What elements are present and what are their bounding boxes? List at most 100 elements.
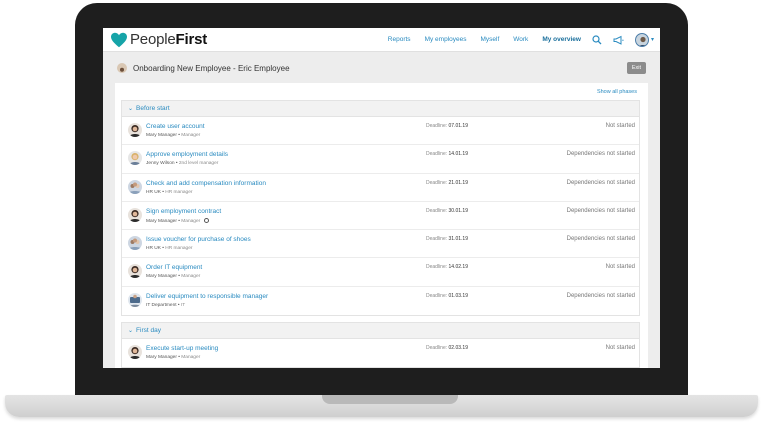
- task-row: Order IT equipment Mary Manager • Manager…: [122, 258, 639, 287]
- task-assignee: HR UK • HR manager: [146, 246, 193, 252]
- deadline-date: 31.01.19: [448, 236, 468, 243]
- heart-logo-icon: [111, 32, 127, 47]
- nav-work[interactable]: Work: [513, 36, 528, 43]
- assignee-name: Mary Manager: [146, 355, 177, 360]
- brand-first: People: [130, 31, 176, 48]
- employee-avatar: [117, 63, 127, 73]
- chevron-down-icon[interactable]: ⌄: [128, 327, 133, 334]
- task-deadline: Deadline: 02.03.19: [426, 345, 468, 351]
- task-deadline: Deadline: 30.01.19: [426, 208, 468, 214]
- user-avatar[interactable]: [634, 32, 649, 47]
- deadline-date: 07.01.19: [448, 123, 468, 129]
- task-link[interactable]: Sign employment contract: [146, 208, 221, 215]
- task-row: Sign employment contract Mary Manager • M…: [122, 202, 639, 231]
- laptop-mockup: PeopleFirst Reports My employees Myself …: [0, 0, 763, 430]
- task-deadline: Deadline: 07.01.19: [426, 123, 468, 129]
- deadline-label: Deadline:: [426, 292, 448, 299]
- assignee-name: Mary Manager: [146, 218, 177, 224]
- deadline-label: Deadline:: [426, 264, 448, 271]
- phase-header[interactable]: ⌄ Before start: [122, 101, 639, 117]
- task-row: Check and add compensation information HR…: [122, 174, 639, 202]
- task-link[interactable]: Check and add compensation information: [146, 180, 266, 187]
- assignee-avatar: [128, 123, 142, 137]
- task-row: Approve employment details Jenny Wilson •…: [122, 145, 639, 174]
- nav-myself[interactable]: Myself: [480, 36, 499, 43]
- assignee-name: Mary Manager: [146, 274, 177, 280]
- task-link[interactable]: Approve employment details: [146, 151, 228, 158]
- task-assignee: Mary Manager • Manager: [146, 274, 201, 280]
- task-link[interactable]: Execute start-up meeting: [146, 345, 218, 352]
- task-link[interactable]: Order IT equipment: [146, 264, 202, 271]
- deadline-date: 14.02.19: [448, 264, 468, 271]
- assignee-role: 2nd level manager: [178, 161, 219, 167]
- page-title-bar: Onboarding New Employee - Eric Employee …: [103, 53, 660, 83]
- assignee-avatar: [128, 207, 142, 222]
- task-list: Execute start-up meeting Mary Manager • M…: [122, 339, 639, 367]
- nav-my-employees[interactable]: My employees: [425, 36, 467, 43]
- phase-header[interactable]: ⌄ First day: [122, 323, 639, 339]
- show-all-phases-link[interactable]: Show all phases: [597, 89, 637, 95]
- assignee-name: Jenny Wilson: [146, 161, 175, 167]
- assignee-role: Manager: [181, 355, 201, 360]
- assignee-role: Manager: [181, 218, 201, 224]
- task-deadline: Deadline: 14.02.19: [426, 264, 468, 270]
- chevron-down-icon[interactable]: ⌄: [128, 105, 133, 112]
- assignee-avatar: [128, 151, 142, 166]
- task-deadline: Deadline: 31.01.19: [426, 236, 468, 242]
- task-assignee: Jenny Wilson • 2nd level manager: [146, 161, 219, 167]
- assignee-role: IT: [180, 302, 186, 308]
- task-deadline: Deadline: 14.01.19: [426, 151, 468, 157]
- task-status: Dependencies not started: [566, 292, 635, 299]
- search-icon[interactable]: [591, 34, 603, 46]
- nav-reports[interactable]: Reports: [388, 36, 411, 43]
- assignee-role: Manager: [181, 133, 201, 138]
- task-assignee: Mary Manager • Manager: [146, 217, 210, 224]
- nav-my-overview[interactable]: My overview: [542, 36, 581, 43]
- task-list: Create user account Mary Manager • Manage…: [122, 117, 639, 315]
- megaphone-icon[interactable]: [613, 34, 625, 46]
- deadline-date: 30.01.19: [448, 207, 468, 214]
- logo[interactable]: PeopleFirst: [110, 31, 207, 48]
- task-assignee: Mary Manager • Manager: [146, 355, 201, 360]
- phase-label: Before start: [136, 105, 170, 112]
- assignee-avatar: [128, 264, 142, 279]
- task-status: Dependencies not started: [566, 207, 635, 214]
- task-row: Deliver equipment to responsible manager…: [122, 287, 639, 315]
- laptop-notch: [322, 395, 458, 404]
- task-row: Issue voucher for purchase of shoes HR UK…: [122, 230, 639, 259]
- task-deadline: Deadline: 21.01.19: [426, 180, 468, 186]
- deadline-date: 21.01.19: [448, 179, 468, 186]
- deadline-date: 02.03.19: [448, 345, 468, 351]
- deadline-label: Deadline:: [426, 123, 448, 129]
- assignee-name: HR UK: [146, 189, 161, 195]
- assignee-name: Mary Manager: [146, 133, 177, 138]
- assignee-avatar: [128, 179, 142, 194]
- assignee-name: HR UK: [146, 246, 161, 252]
- task-status: Dependencies not started: [566, 179, 635, 186]
- app-screen: PeopleFirst Reports My employees Myself …: [103, 28, 660, 368]
- assignee-avatar: [128, 236, 142, 251]
- task-deadline: Deadline: 01.03.19: [426, 293, 468, 299]
- assignee-role: HR manager: [165, 246, 193, 252]
- assignee-role: Manager: [181, 274, 201, 280]
- task-link[interactable]: Issue voucher for purchase of shoes: [146, 236, 251, 243]
- task-link[interactable]: Create user account: [146, 123, 205, 130]
- app-header: PeopleFirst Reports My employees Myself …: [103, 28, 660, 52]
- task-link[interactable]: Deliver equipment to responsible manager: [146, 293, 268, 300]
- task-status: Not started: [605, 264, 635, 271]
- phase-before-start: ⌄ Before start Create user account Mary M…: [121, 100, 640, 317]
- task-row: Create user account Mary Manager • Manage…: [122, 117, 639, 146]
- main-nav: Reports My employees Myself Work My over…: [374, 32, 660, 47]
- onboarding-panel: Show all phases ⌄ Before start Create us…: [115, 83, 648, 368]
- task-assignee: IT Department • IT: [146, 302, 186, 308]
- chevron-down-icon[interactable]: ▾: [651, 36, 654, 43]
- task-status: Dependencies not started: [566, 236, 635, 243]
- assignee-name: IT Department: [146, 302, 177, 308]
- deadline-label: Deadline:: [426, 151, 448, 158]
- phase-first-day: ⌄ First day Execute start-up meeting Mary…: [121, 322, 640, 368]
- deadline-date: 14.01.19: [448, 151, 468, 158]
- info-icon[interactable]: [204, 217, 210, 223]
- task-status: Not started: [605, 345, 635, 351]
- assignee-role: HR manager: [165, 189, 193, 195]
- exit-button[interactable]: Exit: [626, 62, 646, 74]
